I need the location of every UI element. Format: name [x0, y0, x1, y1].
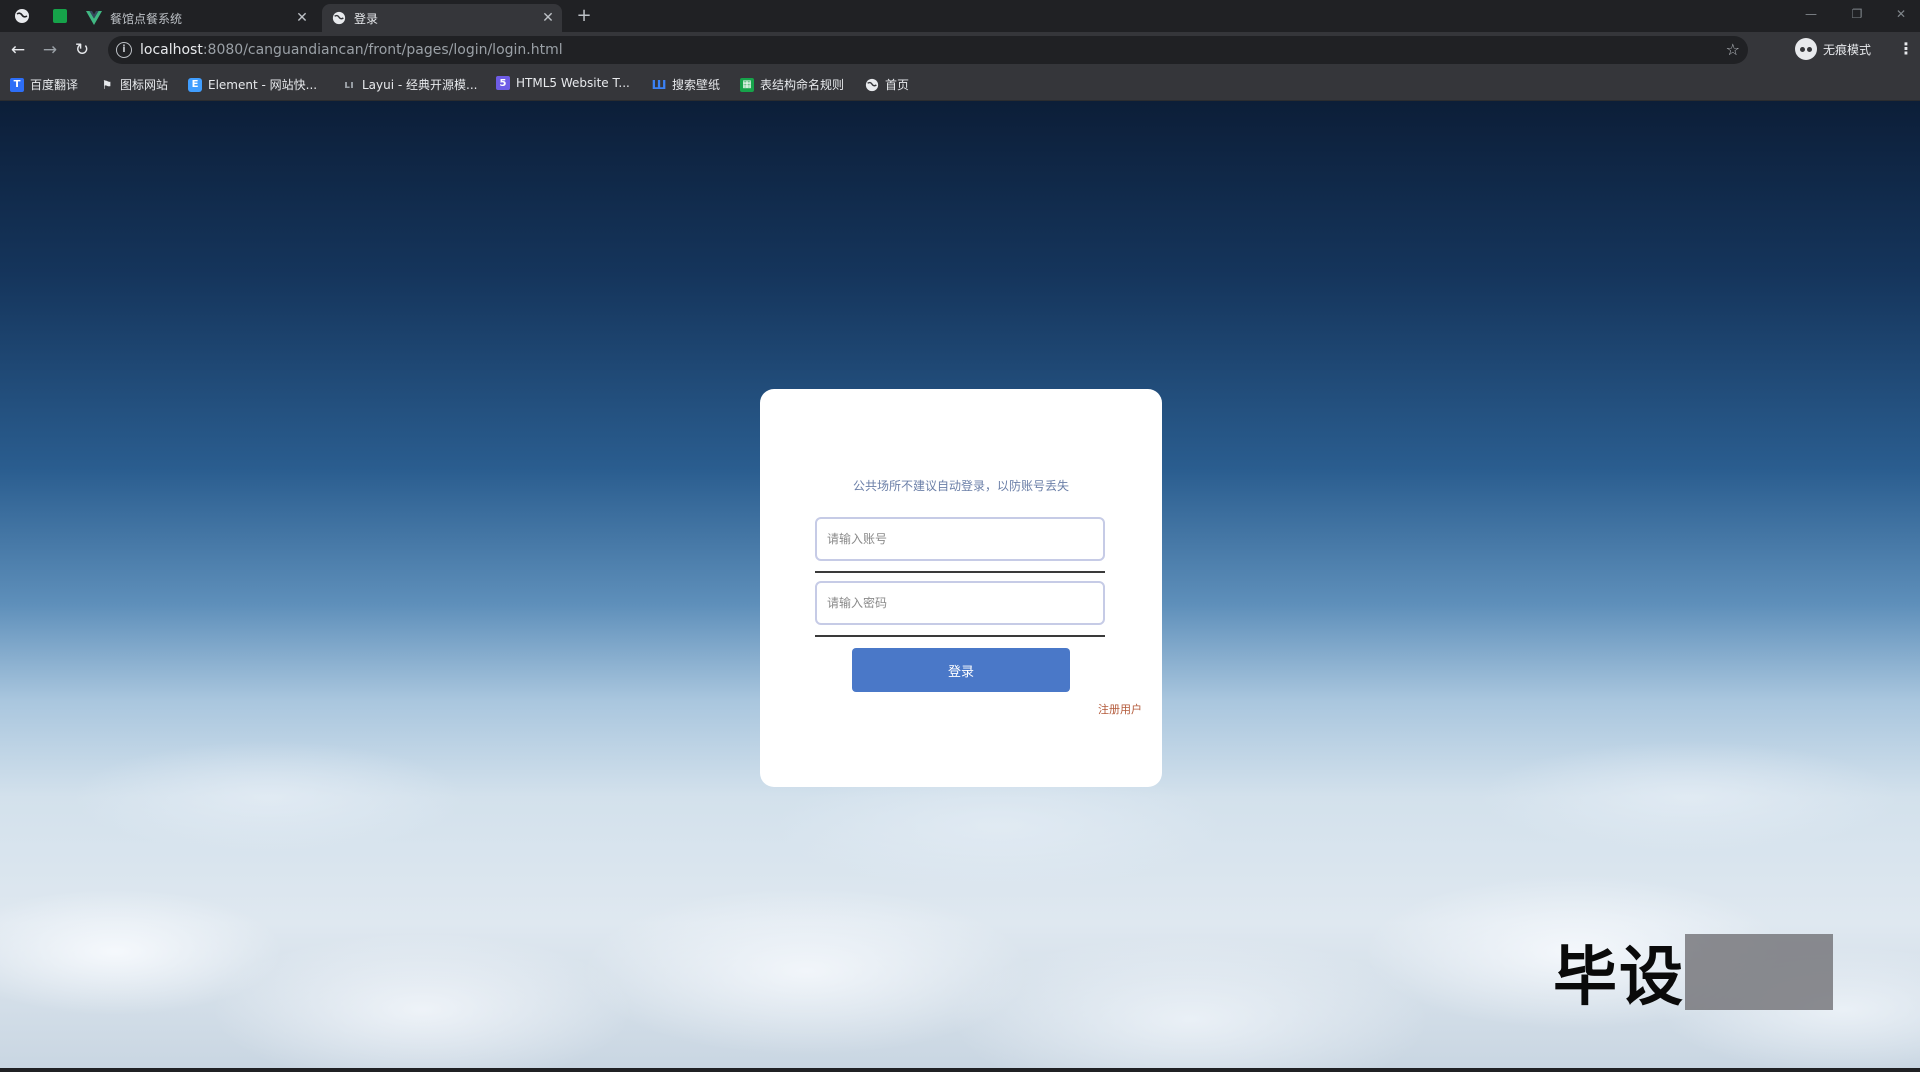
new-tab-button[interactable]: +	[572, 6, 596, 26]
account-input[interactable]	[815, 517, 1105, 561]
password-underline	[815, 635, 1105, 637]
back-button[interactable]: ←	[8, 40, 28, 60]
bookmark-item[interactable]: ʟı Layui - 经典开源模...	[342, 76, 477, 93]
browser-toolbar: ← → ↻ i localhost:8080/canguandiancan/fr…	[0, 32, 1920, 68]
bookmark-item[interactable]: 5 HTML5 Website T...	[496, 76, 630, 90]
layui-logo-icon: ʟı	[344, 78, 354, 91]
tab-title: 餐馆点餐系统	[110, 11, 183, 26]
globe-icon	[332, 11, 346, 25]
tab-login[interactable]: 登录 ✕	[322, 4, 562, 32]
register-link[interactable]: 注册用户	[1098, 701, 1142, 717]
bookmark-item[interactable]: T 百度翻译	[10, 76, 78, 93]
browser-menu-icon[interactable]: ⋮	[1898, 40, 1914, 58]
pinned-tab-app[interactable]	[50, 6, 70, 26]
close-tab-icon[interactable]: ✕	[294, 10, 310, 26]
bookmark-label: 搜索壁纸	[672, 78, 721, 92]
login-card: 公共场所不建议自动登录，以防账号丢失 登录 注册用户	[760, 389, 1162, 787]
password-input[interactable]	[815, 581, 1105, 625]
bookmark-label: 百度翻译	[30, 78, 79, 92]
minimize-window-icon[interactable]: —	[1796, 4, 1826, 24]
wallpaper-icon: Ш	[651, 77, 667, 92]
element-logo-icon: E	[188, 77, 202, 92]
bookmark-label: HTML5 Website T...	[516, 76, 630, 90]
tab-restaurant-system[interactable]: 餐馆点餐系统 ✕	[86, 4, 316, 32]
incognito-indicator[interactable]: 无痕模式	[1795, 38, 1871, 60]
reload-button[interactable]: ↻	[72, 40, 92, 60]
app-favicon-icon	[53, 9, 67, 23]
bookmark-item[interactable]: ▦ 表结构命名规则	[740, 76, 844, 93]
bookmark-item[interactable]: 首页	[865, 76, 909, 93]
bookmark-star-icon[interactable]: ☆	[1726, 40, 1740, 59]
bookmark-label: Layui - 经典开源模...	[362, 78, 478, 92]
pinned-tab-globe[interactable]	[12, 6, 32, 26]
flag-icon: ⚑	[101, 77, 113, 92]
bookmark-item[interactable]: E Element - 网站快...	[188, 76, 317, 93]
globe-icon	[865, 78, 879, 91]
watermark-blurred-region	[1685, 934, 1833, 1010]
watermark: 毕设	[1553, 926, 1833, 1018]
table-icon: ▦	[740, 77, 754, 92]
url-text[interactable]: localhost:8080/canguandiancan/front/page…	[140, 42, 563, 58]
page-background: 公共场所不建议自动登录，以防账号丢失 登录 注册用户 毕设	[0, 101, 1920, 1068]
bookmark-item[interactable]: Ш 搜索壁纸	[652, 76, 720, 93]
address-bar[interactable]: i localhost:8080/canguandiancan/front/pa…	[108, 36, 1748, 64]
tab-title: 登录	[354, 11, 379, 26]
vue-logo-icon	[86, 11, 102, 25]
restore-window-icon[interactable]: ❐	[1842, 4, 1872, 24]
globe-icon	[15, 9, 29, 23]
browser-tab-bar: 餐馆点餐系统 ✕ 登录 ✕ + — ❐ ✕	[0, 0, 1920, 32]
close-tab-icon[interactable]: ✕	[540, 10, 556, 26]
html5-icon: 5	[496, 76, 510, 90]
bookmarks-bar: T 百度翻译 ⚑ 图标网站 E Element - 网站快... ʟı Layu…	[0, 68, 1920, 101]
incognito-icon	[1795, 38, 1817, 60]
login-button[interactable]: 登录	[852, 648, 1070, 692]
site-info-icon[interactable]: i	[116, 42, 132, 58]
login-notice: 公共场所不建议自动登录，以防账号丢失	[852, 479, 1069, 493]
account-underline	[815, 571, 1105, 573]
watermark-text: 毕设	[1553, 941, 1685, 1015]
close-window-icon[interactable]: ✕	[1886, 4, 1916, 24]
incognito-label: 无痕模式	[1823, 42, 1872, 57]
forward-button[interactable]: →	[40, 40, 60, 60]
bookmark-label: 表结构命名规则	[760, 78, 845, 92]
bookmark-label: Element - 网站快...	[208, 78, 318, 92]
bookmark-item[interactable]: ⚑ 图标网站	[100, 76, 168, 93]
translate-icon: T	[10, 77, 24, 92]
bookmark-label: 图标网站	[120, 78, 169, 92]
bookmark-label: 首页	[885, 78, 910, 92]
